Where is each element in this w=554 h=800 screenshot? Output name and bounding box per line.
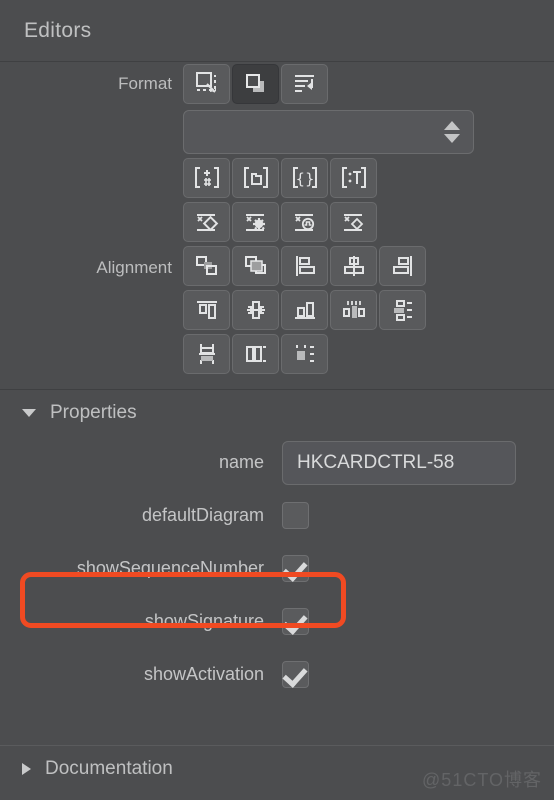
alignment-button-grid xyxy=(182,244,427,376)
align-text-icon xyxy=(292,71,318,97)
align-top-icon-button[interactable] xyxy=(183,290,230,330)
format-buttons-row1 xyxy=(182,62,475,106)
align-left-icon xyxy=(291,253,319,279)
alignment-buttons-row3 xyxy=(182,332,427,376)
distribute-horizontal-icon-button[interactable] xyxy=(330,290,377,330)
delete-small-diamond-icon xyxy=(340,209,368,235)
showActivation-checkbox[interactable] xyxy=(282,661,309,688)
delete-small-diamond-icon-button[interactable] xyxy=(330,202,377,242)
same-width-icon xyxy=(242,341,270,367)
property-row-showActivation: showActivation xyxy=(0,648,554,701)
documentation-title: Documentation xyxy=(45,758,173,779)
alignment-row: Alignment xyxy=(0,244,554,376)
insert-text-icon xyxy=(340,165,368,191)
properties-header[interactable]: Properties xyxy=(0,390,554,436)
same-height-icon xyxy=(193,341,221,367)
bring-forward-icon-button[interactable] xyxy=(232,246,279,286)
align-right-icon xyxy=(389,253,417,279)
same-size-icon xyxy=(291,341,319,367)
editors-panel: Editors Format {} Alignment Properties n… xyxy=(0,0,554,800)
watermark: @51CTO博客 xyxy=(422,770,542,790)
same-width-icon-button[interactable] xyxy=(232,334,279,374)
bring-to-front-icon-button[interactable] xyxy=(232,64,279,104)
format-buttons-row2: {} xyxy=(182,156,475,200)
property-row-showSignature: showSignature xyxy=(0,595,554,648)
property-label-showSequenceNumber: showSequenceNumber xyxy=(76,558,264,578)
property-label-defaultDiagram: defaultDiagram xyxy=(141,505,264,525)
same-height-icon-button[interactable] xyxy=(183,334,230,374)
align-middle-icon xyxy=(242,297,270,323)
align-left-icon-button[interactable] xyxy=(281,246,328,286)
properties-title: Properties xyxy=(50,402,137,423)
svg-text:{}: {} xyxy=(295,170,314,188)
insert-attribute-icon-button[interactable] xyxy=(183,158,230,198)
align-middle-icon-button[interactable] xyxy=(232,290,279,330)
spinner-arrows-icon[interactable] xyxy=(443,120,461,144)
send-backward-icon xyxy=(193,253,221,279)
showSignature-checkbox[interactable] xyxy=(282,608,309,635)
delete-gear-icon xyxy=(242,209,270,235)
bring-to-front-icon xyxy=(243,71,269,97)
defaultDiagram-checkbox[interactable] xyxy=(282,502,309,529)
insert-braces-icon: {} xyxy=(291,165,319,191)
chevron-down-icon[interactable] xyxy=(22,409,36,417)
property-label-showSignature: showSignature xyxy=(144,611,264,631)
distribute-horizontal-icon xyxy=(340,297,368,323)
insert-text-icon-button[interactable] xyxy=(330,158,377,198)
property-row-name: name HKCARDCTRL-58 xyxy=(0,436,554,489)
align-center-icon xyxy=(340,253,368,279)
name-input-value: HKCARDCTRL-58 xyxy=(297,451,455,473)
property-label-name: name xyxy=(218,452,264,472)
format-button-grid: {} xyxy=(182,62,475,244)
format-combo[interactable] xyxy=(183,110,474,154)
align-right-icon-button[interactable] xyxy=(379,246,426,286)
alignment-buttons-row2 xyxy=(182,288,427,332)
property-row-defaultDiagram: defaultDiagram xyxy=(0,489,554,542)
property-row-showSequenceNumber: showSequenceNumber xyxy=(0,542,554,595)
format-buttons-row3 xyxy=(182,200,475,244)
align-bottom-icon xyxy=(291,297,319,323)
select-shape-icon-button[interactable] xyxy=(183,64,230,104)
same-size-icon-button[interactable] xyxy=(281,334,328,374)
format-row: Format {} xyxy=(0,62,554,244)
insert-folder-icon xyxy=(242,165,270,191)
insert-braces-icon-button[interactable]: {} xyxy=(281,158,328,198)
chevron-right-icon[interactable] xyxy=(22,763,31,775)
delete-signal-icon-button[interactable] xyxy=(281,202,328,242)
delete-diamond-icon xyxy=(193,209,221,235)
insert-attribute-icon xyxy=(193,165,221,191)
delete-signal-icon xyxy=(291,209,319,235)
send-backward-icon-button[interactable] xyxy=(183,246,230,286)
align-bottom-icon-button[interactable] xyxy=(281,290,328,330)
alignment-section: Alignment xyxy=(0,244,554,376)
distribute-vertical-icon-button[interactable] xyxy=(379,290,426,330)
property-label-showActivation: showActivation xyxy=(143,664,264,684)
bring-forward-icon xyxy=(242,253,270,279)
format-label: Format xyxy=(118,74,172,93)
insert-folder-icon-button[interactable] xyxy=(232,158,279,198)
align-center-icon-button[interactable] xyxy=(330,246,377,286)
distribute-vertical-icon xyxy=(389,297,417,323)
delete-diamond-icon-button[interactable] xyxy=(183,202,230,242)
name-input[interactable]: HKCARDCTRL-58 xyxy=(282,440,516,485)
align-top-icon xyxy=(193,297,221,323)
panel-header: Editors xyxy=(0,0,554,62)
alignment-buttons-row1 xyxy=(182,244,427,288)
align-text-icon-button[interactable] xyxy=(281,64,328,104)
delete-gear-icon-button[interactable] xyxy=(232,202,279,242)
alignment-label: Alignment xyxy=(96,258,172,277)
properties-section: Properties name HKCARDCTRL-58 defaultDia… xyxy=(0,390,554,701)
page-title: Editors xyxy=(24,18,92,42)
format-section: Format {} xyxy=(0,62,554,244)
showSequenceNumber-checkbox[interactable] xyxy=(282,555,309,582)
select-shape-icon xyxy=(194,71,220,97)
